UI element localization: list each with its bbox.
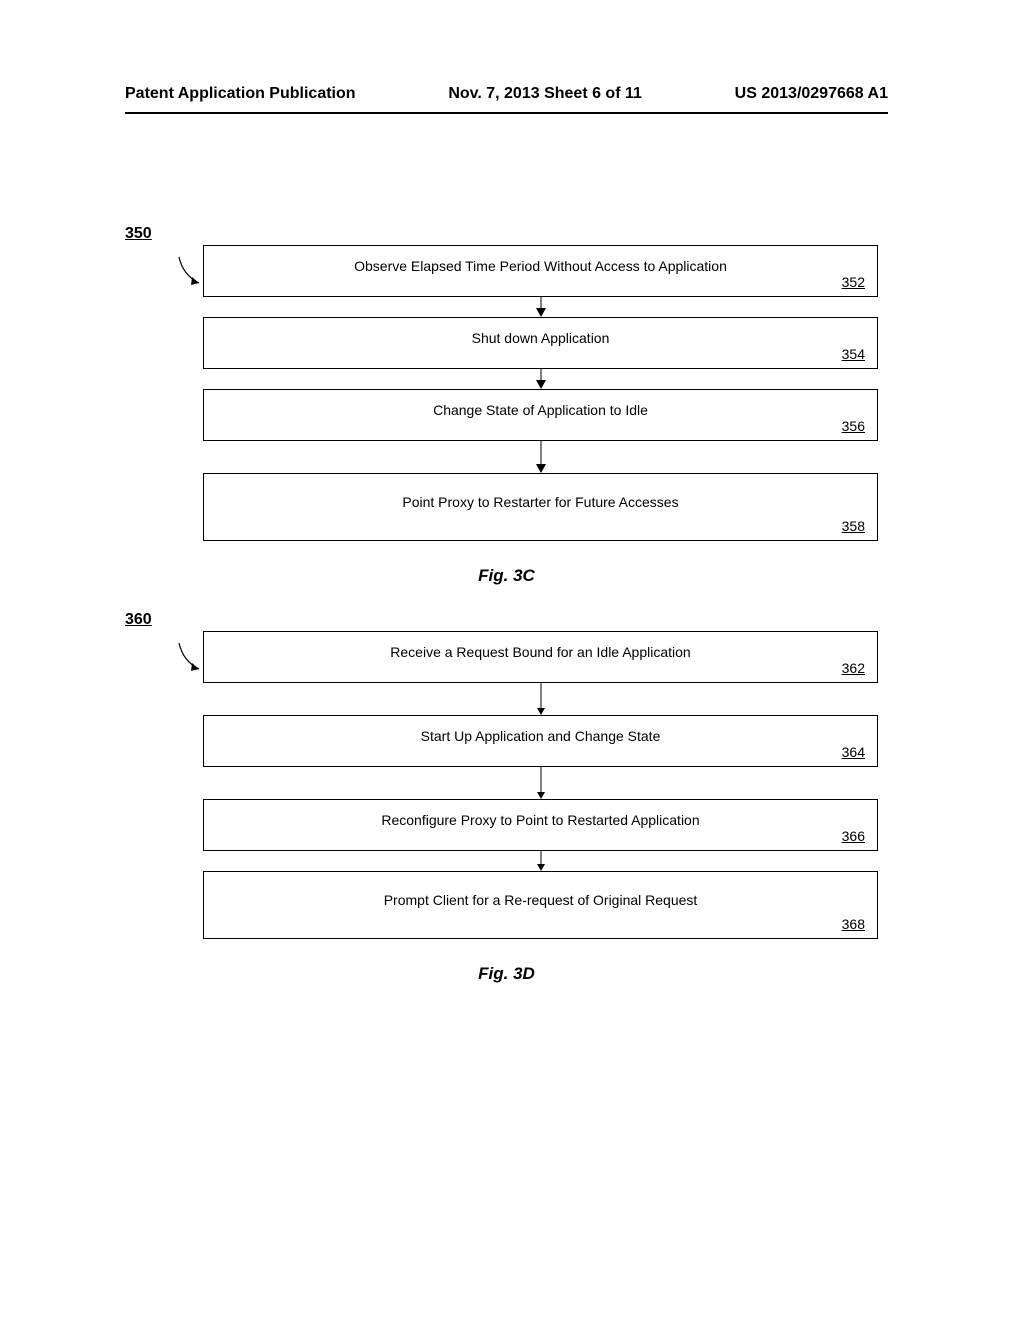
flow-box-number: 356 [842,418,865,434]
arrow-down-icon [203,369,878,389]
flow-box-text: Point Proxy to Restarter for Future Acce… [402,494,678,510]
flow-box-number: 366 [842,828,865,844]
flow-box-text: Start Up Application and Change State [421,728,661,744]
header-divider [125,112,888,114]
flowchart-3c: Observe Elapsed Time Period Without Acce… [125,245,888,541]
arrow-down-icon [203,683,878,715]
flowchart-3c-boxes: Observe Elapsed Time Period Without Acce… [203,245,878,541]
flow-box-number: 362 [842,660,865,676]
flow-box-368: Prompt Client for a Re-request of Origin… [203,871,878,939]
flowchart-3d-label: 360 [125,611,888,629]
flow-box-text: Observe Elapsed Time Period Without Acce… [354,258,727,274]
header-center-text: Nov. 7, 2013 Sheet 6 of 11 [448,85,642,103]
flow-box-358: Point Proxy to Restarter for Future Acce… [203,473,878,541]
flowchart-3d-boxes: Receive a Request Bound for an Idle Appl… [203,631,878,939]
flow-box-356: Change State of Application to Idle 356 [203,389,878,441]
page-content: 350 Observe Elapsed Time Period Without … [125,225,888,1009]
figure-3d-caption: Fig. 3D [125,964,888,984]
flow-box-364: Start Up Application and Change State 36… [203,715,878,767]
flow-box-text: Change State of Application to Idle [433,402,648,418]
flow-box-366: Reconfigure Proxy to Point to Restarted … [203,799,878,851]
arrow-down-icon [203,767,878,799]
header-right-text: US 2013/0297668 A1 [735,85,888,103]
flow-box-text: Reconfigure Proxy to Point to Restarted … [381,812,699,828]
header-left-text: Patent Application Publication [125,85,356,103]
flow-box-number: 368 [842,916,865,932]
flow-box-text: Prompt Client for a Re-request of Origin… [384,892,698,908]
flow-box-354: Shut down Application 354 [203,317,878,369]
flow-box-number: 364 [842,744,865,760]
curved-arrow-icon [177,641,205,676]
page-header: Patent Application Publication Nov. 7, 2… [125,85,888,103]
arrow-down-icon [203,851,878,871]
flowchart-3c-label: 350 [125,225,888,243]
flow-box-362: Receive a Request Bound for an Idle Appl… [203,631,878,683]
flow-box-352: Observe Elapsed Time Period Without Acce… [203,245,878,297]
curved-arrow-icon [177,255,205,290]
arrow-down-icon [203,297,878,317]
figure-3c-caption: Fig. 3C [125,566,888,586]
flow-box-number: 352 [842,274,865,290]
arrow-down-icon [203,441,878,473]
flow-box-text: Shut down Application [472,330,610,346]
flowchart-3d: Receive a Request Bound for an Idle Appl… [125,631,888,939]
flow-box-number: 358 [842,518,865,534]
flow-box-text: Receive a Request Bound for an Idle Appl… [390,644,690,660]
flow-box-number: 354 [842,346,865,362]
